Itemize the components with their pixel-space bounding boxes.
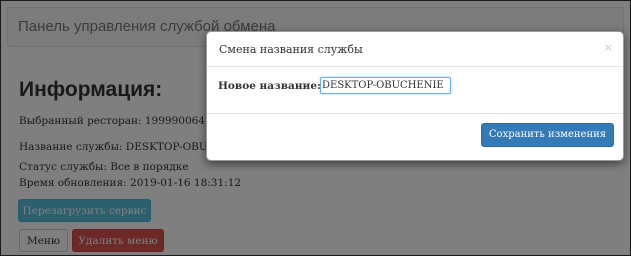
save-changes-button[interactable]: Сохранить изменения (481, 123, 614, 147)
new-name-input[interactable] (320, 77, 451, 94)
dialog-header: Смена названия службы × (207, 32, 623, 67)
dialog-body: Новое название: (207, 67, 623, 114)
dialog-title: Смена названия службы (219, 43, 363, 56)
new-name-label: Новое название: (218, 80, 321, 92)
close-icon[interactable]: × (604, 41, 613, 54)
rename-service-dialog: Смена названия службы × Новое название: … (206, 31, 624, 161)
screenshot-frame: Панель управления службой обмена Информа… (0, 0, 631, 256)
